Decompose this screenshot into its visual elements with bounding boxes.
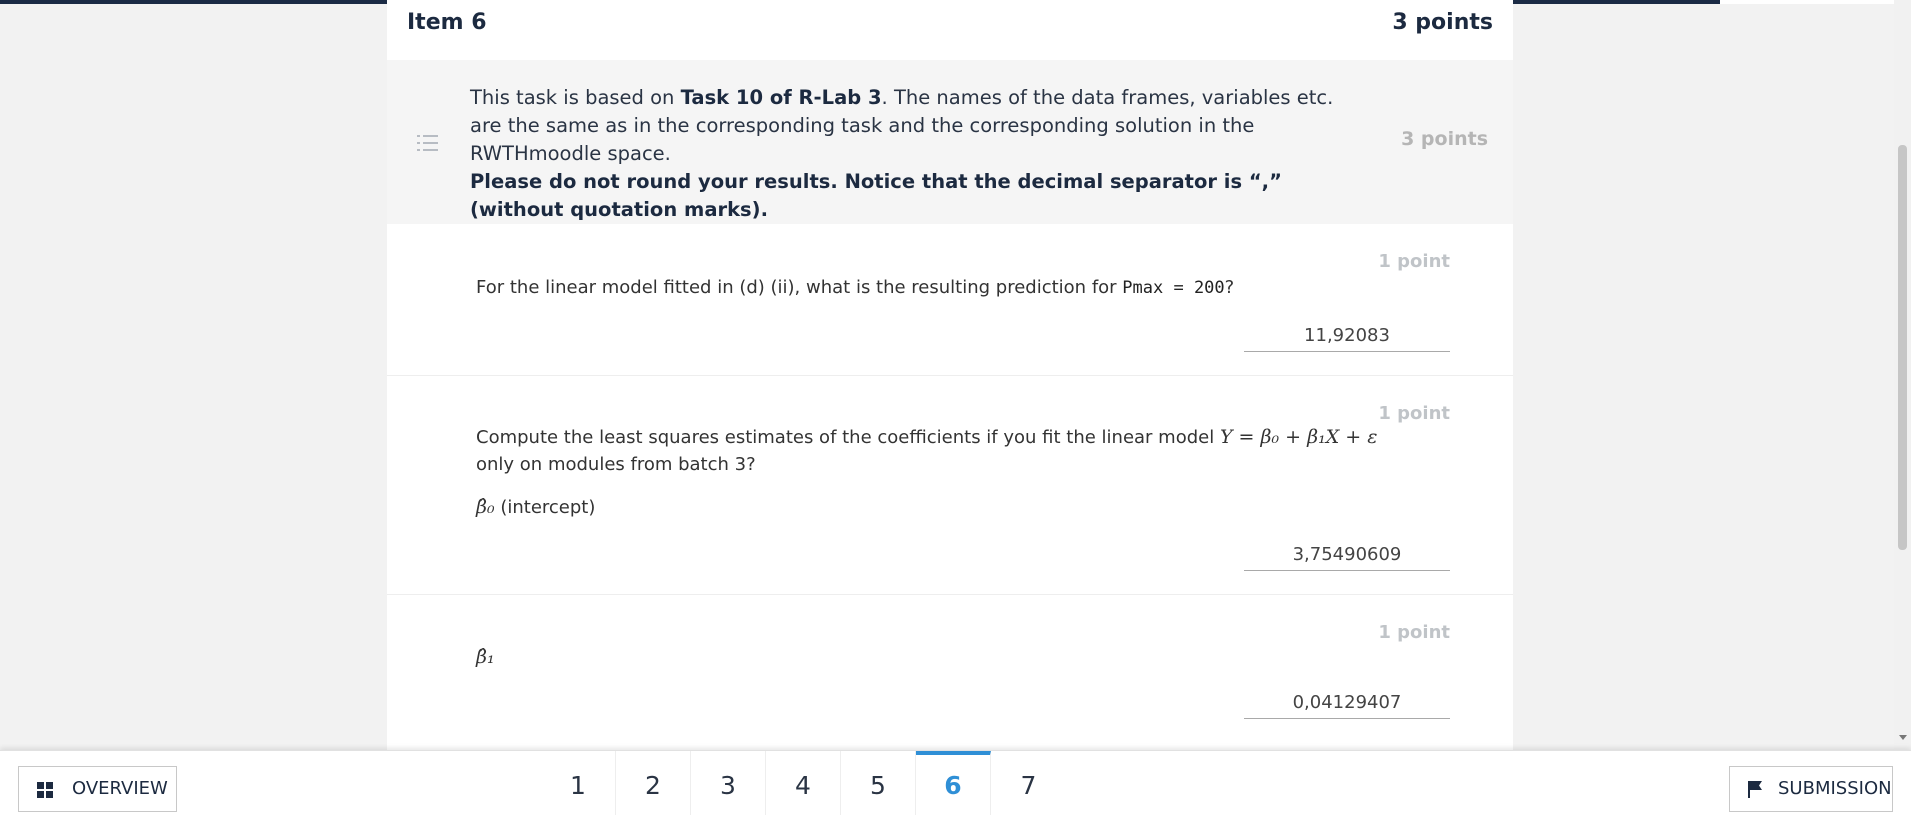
task-intro: This task is based on Task 10 of R-Lab 3…: [387, 60, 1513, 224]
intro-points: 3 points: [1401, 128, 1488, 150]
submission-label: SUBMISSION: [1778, 778, 1892, 799]
intro-text-part1: This task is based on: [470, 86, 681, 109]
beta0-symbol: β̂₀: [476, 496, 495, 518]
question-text: Compute the least squares estimates of t…: [476, 426, 1378, 475]
scrollbar-thumb[interactable]: [1898, 145, 1907, 550]
question-text: For the linear model fitted in (d) (ii),…: [476, 277, 1235, 298]
page-tab-7[interactable]: 7: [991, 751, 1066, 815]
item-title: Item 6: [407, 10, 487, 35]
grid-icon: [37, 782, 53, 798]
beta1-symbol: β̂₁: [476, 646, 495, 668]
page-tab-5[interactable]: 5: [841, 751, 916, 815]
page-tab-2[interactable]: 2: [616, 751, 691, 815]
question-2: 1 point Compute the least squares estima…: [387, 376, 1513, 595]
page-tab-3[interactable]: 3: [691, 751, 766, 815]
question-points: 1 point: [1378, 622, 1450, 643]
question-points: 1 point: [1378, 403, 1450, 424]
bottom-navigation: OVERVIEW 1 2 3 4 5 6 7 SUBMISSION: [0, 750, 1911, 815]
sub-question-label: β̂₀ (intercept): [476, 496, 596, 518]
flag-icon: [1748, 781, 1762, 798]
question-3: 1 point β̂₁ 0,04129407: [387, 595, 1513, 750]
submission-button[interactable]: SUBMISSION: [1729, 766, 1893, 812]
intro-text: This task is based on Task 10 of R-Lab 3…: [470, 84, 1370, 224]
answer-field[interactable]: 11,92083: [1244, 322, 1450, 352]
question-1: 1 point For the linear model fitted in (…: [387, 224, 1513, 376]
top-header-bar-end: [1720, 0, 1911, 4]
overview-button[interactable]: OVERVIEW: [18, 766, 177, 812]
item-points: 3 points: [1392, 10, 1493, 35]
list-icon: [417, 132, 439, 154]
sub-question-label: β̂₁: [476, 644, 1396, 671]
task-reference: Task 10 of R-Lab 3: [680, 86, 882, 109]
answer-field[interactable]: 0,04129407: [1244, 689, 1450, 719]
item-card: Item 6 3 points This task is based on Ta…: [387, 0, 1513, 750]
math-formula: Y = β₀ + β₁X + ε: [1219, 426, 1378, 448]
code-snippet: Pmax = 200: [1122, 278, 1225, 298]
intro-instruction: Please do not round your results. Notice…: [470, 170, 1282, 221]
overview-label: OVERVIEW: [72, 778, 168, 799]
answer-field[interactable]: 3,75490609: [1244, 541, 1450, 571]
scroll-down-arrow-icon[interactable]: [1899, 735, 1907, 740]
question-points: 1 point: [1378, 251, 1450, 272]
page-tab-6[interactable]: 6: [916, 751, 991, 815]
page-tab-4[interactable]: 4: [766, 751, 841, 815]
item-header: Item 6 3 points: [387, 0, 1513, 60]
page-tab-1[interactable]: 1: [541, 751, 616, 815]
